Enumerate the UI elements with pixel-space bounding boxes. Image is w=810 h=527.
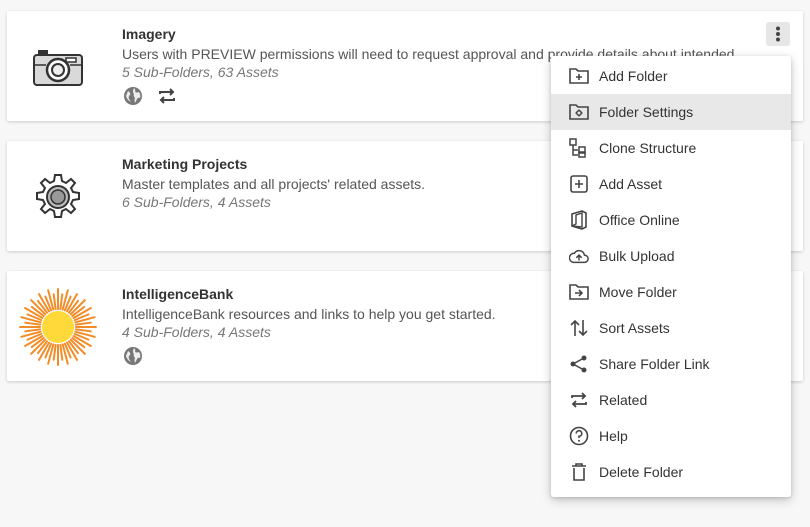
add-asset-icon <box>569 174 589 194</box>
menu-item-help[interactable]: Help <box>551 418 791 454</box>
help-icon <box>569 426 589 446</box>
menu-item-label: Help <box>599 428 628 444</box>
globe-icon[interactable] <box>122 345 144 367</box>
folder-title[interactable]: Imagery <box>122 26 742 42</box>
office-icon <box>569 210 589 230</box>
trash-icon <box>569 462 589 482</box>
menu-item-add-asset[interactable]: Add Asset <box>551 166 791 202</box>
menu-item-share-folder-link[interactable]: Share Folder Link <box>551 346 791 382</box>
menu-item-label: Share Folder Link <box>599 356 710 372</box>
folder-settings-icon <box>569 102 589 122</box>
menu-item-bulk-upload[interactable]: Bulk Upload <box>551 238 791 274</box>
kebab-icon <box>776 26 780 42</box>
menu-item-label: Add Folder <box>599 68 668 84</box>
menu-item-label: Folder Settings <box>599 104 694 120</box>
clone-structure-icon <box>569 138 589 158</box>
camera-icon <box>17 26 99 108</box>
menu-item-add-folder[interactable]: Add Folder <box>551 58 791 94</box>
more-options-button[interactable] <box>766 22 790 46</box>
cloud-upload-icon <box>569 246 589 266</box>
repeat-icon[interactable] <box>156 85 178 107</box>
menu-item-folder-settings[interactable]: Folder Settings <box>551 94 791 130</box>
folder-context-menu: Add Folder Folder Settings Clone Structu… <box>551 56 791 497</box>
add-folder-icon <box>569 66 589 86</box>
repeat-icon <box>569 390 589 410</box>
menu-item-label: Related <box>599 392 648 408</box>
menu-item-sort-assets[interactable]: Sort Assets <box>551 310 791 346</box>
menu-item-label: Office Online <box>599 212 680 228</box>
move-folder-icon <box>569 282 589 302</box>
menu-item-label: Add Asset <box>599 176 663 192</box>
menu-item-label: Delete Folder <box>599 464 684 480</box>
menu-item-label: Sort Assets <box>599 320 670 336</box>
menu-item-clone-structure[interactable]: Clone Structure <box>551 130 791 166</box>
sun-logo-icon <box>17 286 99 368</box>
globe-icon[interactable] <box>122 85 144 107</box>
menu-item-delete-folder[interactable]: Delete Folder <box>551 454 791 490</box>
menu-item-label: Move Folder <box>599 284 677 300</box>
menu-item-label: Clone Structure <box>599 140 697 156</box>
menu-item-related[interactable]: Related <box>551 382 791 418</box>
menu-item-move-folder[interactable]: Move Folder <box>551 274 791 310</box>
menu-item-label: Bulk Upload <box>599 248 675 264</box>
share-icon <box>569 354 589 374</box>
gear-icon <box>17 156 99 238</box>
menu-item-office-online[interactable]: Office Online <box>551 202 791 238</box>
sort-icon <box>569 318 589 338</box>
